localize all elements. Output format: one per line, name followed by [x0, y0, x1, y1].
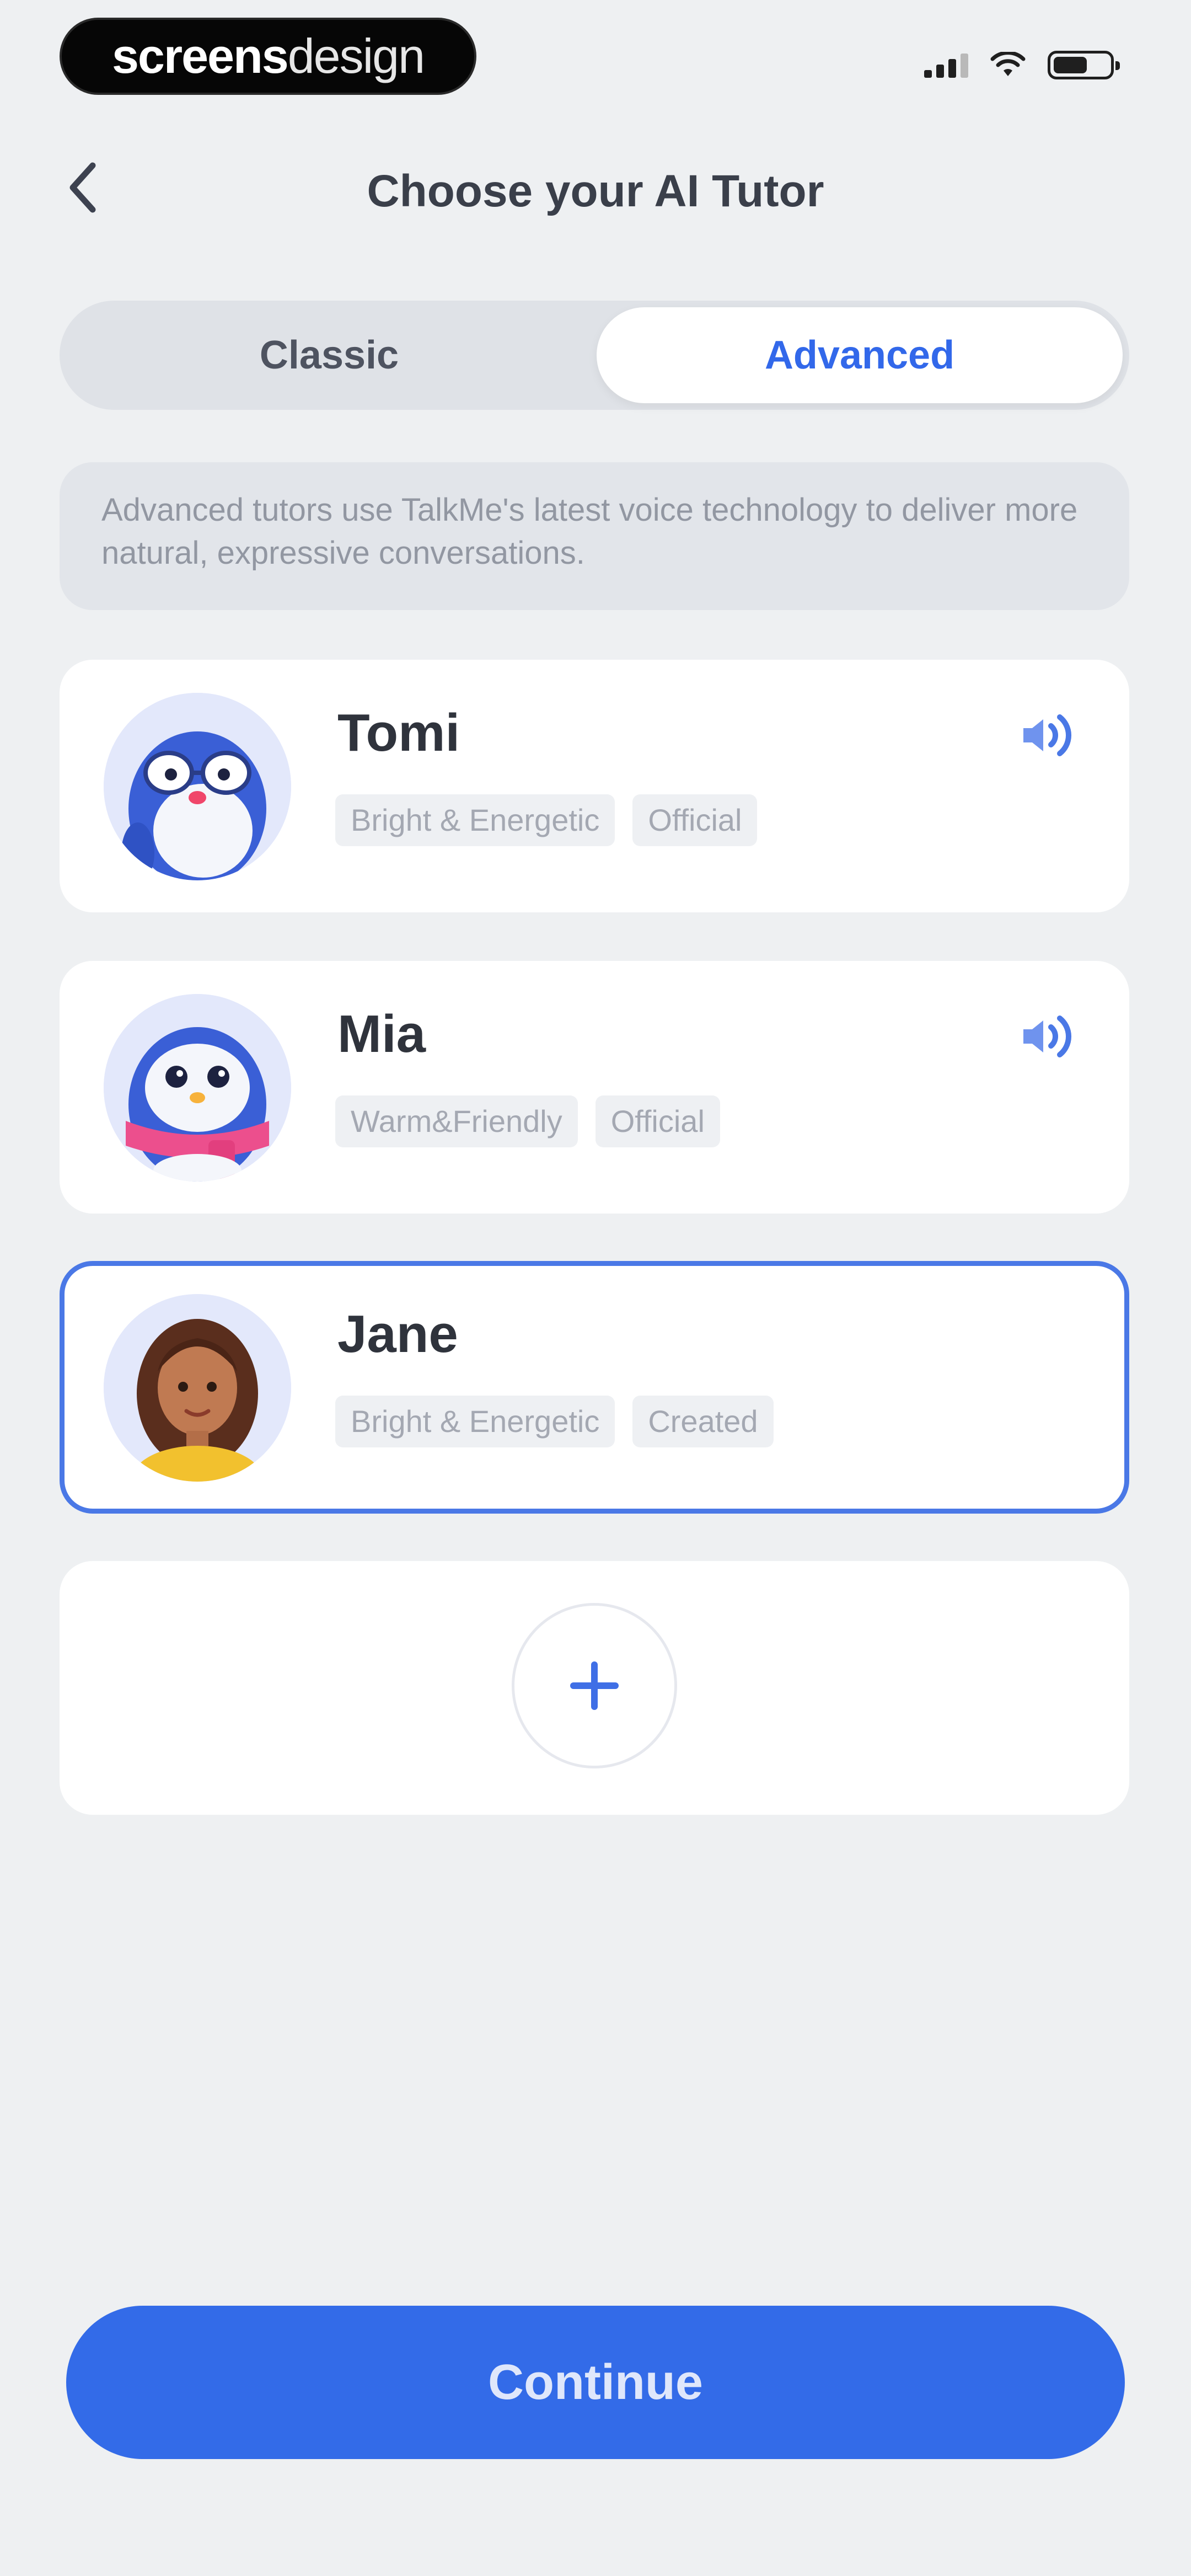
status-bar: screens design [0, 0, 1191, 110]
tutor-card-tomi[interactable]: Tomi Bright & Energetic Official [60, 660, 1129, 912]
tutor-name: Mia [337, 1004, 426, 1063]
tag-personality: Bright & Energetic [335, 794, 615, 846]
tag-personality: Bright & Energetic [335, 1396, 615, 1447]
speaker-icon[interactable] [1016, 705, 1076, 766]
tab-advanced[interactable]: Advanced [597, 307, 1123, 403]
watermark-bold: screens [111, 29, 289, 83]
tutor-type-segmented-control: Classic Advanced [60, 301, 1129, 410]
tutor-tags: Warm&Friendly Official [335, 1095, 720, 1147]
battery-icon [1048, 51, 1120, 79]
add-tutor-button[interactable] [512, 1603, 677, 1768]
tutor-tags: Bright & Energetic Official [335, 794, 758, 846]
plus-icon [570, 1661, 619, 1710]
wifi-icon [990, 52, 1026, 78]
tutor-card-mia[interactable]: Mia Warm&Friendly Official [60, 961, 1129, 1214]
speaker-icon[interactable] [1016, 1006, 1076, 1067]
penguin-scarf-avatar [104, 994, 291, 1182]
watermark-light: design [287, 29, 425, 83]
tutor-tags: Bright & Energetic Created [335, 1396, 774, 1447]
tag-source: Official [632, 794, 758, 846]
cellular-signal-icon [924, 52, 968, 78]
tag-source: Official [595, 1095, 720, 1147]
tutor-name: Tomi [337, 703, 460, 762]
penguin-glasses-avatar [104, 693, 291, 880]
add-tutor-card [60, 1561, 1129, 1815]
continue-button[interactable]: Continue [66, 2306, 1125, 2459]
page-title: Choose your AI Tutor [367, 166, 824, 216]
tutor-name: Jane [337, 1305, 458, 1364]
screensdesign-watermark: screens design [60, 18, 476, 95]
tag-personality: Warm&Friendly [335, 1095, 578, 1147]
info-description: Advanced tutors use TalkMe's latest voic… [60, 462, 1129, 610]
tab-classic[interactable]: Classic [66, 307, 592, 403]
status-icons [924, 51, 1120, 79]
tutor-card-jane[interactable]: Jane Bright & Energetic Created [60, 1261, 1129, 1514]
woman-avatar [104, 1294, 291, 1482]
tag-source: Created [632, 1396, 774, 1447]
nav-bar: Choose your AI Tutor [0, 143, 1191, 243]
